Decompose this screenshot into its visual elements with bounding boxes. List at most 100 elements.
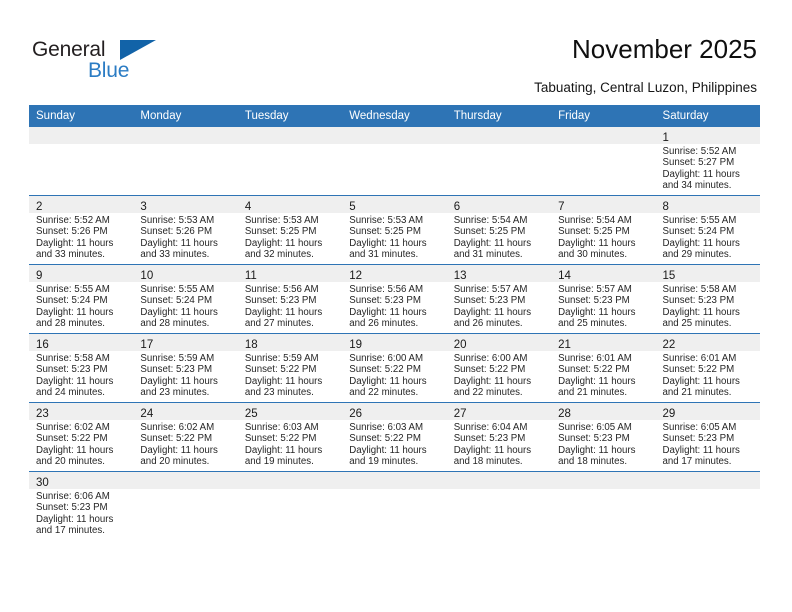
weekday-header-friday: Friday: [551, 105, 656, 127]
calendar-day-cell[interactable]: 7 Sunrise: 5:54 AM Sunset: 5:25 PM Daylight…: [551, 195, 656, 265]
brand-logo[interactable]: General Blue: [32, 38, 182, 90]
calendar-day-cell[interactable]: 23 Sunrise: 6:02 AM Sunset: 5:22 PM Dayligh…: [29, 402, 134, 472]
day-number-band: [446, 472, 552, 489]
day-number-band: 1: [655, 127, 760, 144]
calendar-day-cell[interactable]: 24 Sunrise: 6:02 AM Sunset: 5:22 PM Dayligh…: [133, 402, 238, 472]
daylight-text-line2: and 17 minutes.: [662, 456, 732, 468]
day-cell-inner: 10 Sunrise: 5:55 AM Sunset: 5:24 PM Dayligh…: [133, 265, 238, 333]
calendar-day-cell[interactable]: 22 Sunrise: 6:01 AM Sunset: 5:22 PM Dayligh…: [655, 333, 760, 403]
sunset-text: Sunset: 5:24 PM: [662, 226, 735, 238]
day-number: 16: [36, 339, 49, 351]
calendar-day-cell[interactable]: 27 Sunrise: 6:04 AM Sunset: 5:23 PM Dayligh…: [446, 402, 552, 472]
day-details: Sunrise: 6:00 AM Sunset: 5:22 PM Daylight:…: [447, 351, 551, 399]
day-number-band: 19: [342, 334, 447, 351]
day-details: Sunrise: 6:02 AM Sunset: 5:22 PM Daylight:…: [29, 420, 133, 468]
calendar-day-cell[interactable]: 14 Sunrise: 5:57 AM Sunset: 5:23 PM Dayligh…: [551, 264, 656, 334]
calendar-day-cell[interactable]: 20 Sunrise: 6:00 AM Sunset: 5:22 PM Dayligh…: [446, 333, 552, 403]
sunset-text: Sunset: 5:23 PM: [453, 433, 526, 445]
sunset-text: Sunset: 5:23 PM: [662, 433, 735, 445]
daylight-text-line1: Daylight: 11 hours: [349, 444, 427, 456]
day-number-band: 18: [237, 334, 343, 351]
calendar-day-cell[interactable]: 30 Sunrise: 6:06 AM Sunset: 5:23 PM Dayligh…: [29, 471, 134, 540]
sunrise-text: Sunrise: 6:00 AM: [453, 353, 528, 364]
calendar-day-cell[interactable]: 13 Sunrise: 5:57 AM Sunset: 5:23 PM Dayligh…: [446, 264, 552, 334]
day-details: Sunrise: 5:54 AM Sunset: 5:25 PM Daylight:…: [551, 213, 655, 261]
calendar-cell-empty: [342, 471, 447, 540]
day-cell-inner: [446, 127, 552, 195]
daylight-text-line1: Daylight: 11 hours: [140, 306, 218, 318]
sunrise-text: Sunrise: 6:02 AM: [140, 422, 215, 433]
day-number: 15: [662, 270, 676, 282]
day-number: 25: [244, 408, 258, 420]
day-details: Sunrise: 5:53 AM Sunset: 5:25 PM Daylight:…: [342, 213, 446, 261]
sunset-text: Sunset: 5:22 PM: [349, 364, 421, 376]
day-details: Sunrise: 5:56 AM Sunset: 5:23 PM Daylight:…: [238, 282, 342, 330]
calendar-cell-empty: [133, 471, 238, 540]
day-details: Sunrise: 5:52 AM Sunset: 5:27 PM Daylight:…: [656, 144, 760, 192]
calendar-day-cell[interactable]: 12 Sunrise: 5:56 AM Sunset: 5:23 PM Dayligh…: [342, 264, 447, 334]
daylight-text-line1: Daylight: 11 hours: [349, 306, 427, 318]
calendar-day-cell[interactable]: 29 Sunrise: 6:05 AM Sunset: 5:23 PM Dayligh…: [655, 402, 760, 472]
day-cell-inner: 29 Sunrise: 6:05 AM Sunset: 5:23 PM Dayligh…: [655, 403, 760, 471]
calendar-day-cell[interactable]: 4 Sunrise: 5:53 AM Sunset: 5:25 PM Daylight…: [237, 195, 343, 265]
sunset-text: Sunset: 5:22 PM: [36, 433, 108, 445]
day-number-band: 8: [655, 196, 760, 213]
daylight-text-line2: and 22 minutes.: [453, 387, 523, 399]
day-cell-inner: 28 Sunrise: 6:05 AM Sunset: 5:23 PM Dayligh…: [551, 403, 656, 471]
day-cell-inner: [133, 472, 238, 540]
calendar-day-cell[interactable]: 1 Sunrise: 5:52 AM Sunset: 5:27 PM Daylight…: [655, 127, 760, 196]
calendar-day-cell[interactable]: 19 Sunrise: 6:00 AM Sunset: 5:22 PM Dayligh…: [342, 333, 447, 403]
day-number: 2: [36, 201, 43, 213]
calendar-day-cell[interactable]: 17 Sunrise: 5:59 AM Sunset: 5:23 PM Dayligh…: [133, 333, 238, 403]
sunrise-text: Sunrise: 5:59 AM: [244, 353, 319, 364]
calendar-day-cell[interactable]: 15 Sunrise: 5:58 AM Sunset: 5:23 PM Dayligh…: [655, 264, 760, 334]
sunset-text: Sunset: 5:22 PM: [244, 433, 317, 445]
day-number-band: [133, 127, 238, 144]
calendar-week-row: 9 Sunrise: 5:55 AM Sunset: 5:24 PM Daylight…: [29, 264, 760, 334]
day-cell-inner: [655, 472, 760, 540]
calendar-day-cell[interactable]: 21 Sunrise: 6:01 AM Sunset: 5:22 PM Dayligh…: [551, 333, 656, 403]
calendar-day-cell[interactable]: 26 Sunrise: 6:03 AM Sunset: 5:22 PM Dayligh…: [342, 402, 447, 472]
daylight-text-line1: Daylight: 11 hours: [140, 444, 218, 456]
day-number-band: 15: [655, 265, 760, 282]
calendar-day-cell[interactable]: 11 Sunrise: 5:56 AM Sunset: 5:23 PM Dayligh…: [237, 264, 343, 334]
day-number-band: 11: [237, 265, 343, 282]
calendar-day-cell[interactable]: 9 Sunrise: 5:55 AM Sunset: 5:24 PM Daylight…: [29, 264, 134, 334]
day-number-band: 30: [29, 472, 134, 489]
day-cell-inner: 2 Sunrise: 5:52 AM Sunset: 5:26 PM Daylight…: [29, 196, 134, 264]
day-details: Sunrise: 6:06 AM Sunset: 5:23 PM Daylight:…: [29, 489, 133, 537]
day-details: Sunrise: 6:02 AM Sunset: 5:22 PM Daylight:…: [133, 420, 237, 468]
day-number-band: 12: [342, 265, 447, 282]
daylight-text-line2: and 21 minutes.: [558, 387, 628, 399]
calendar-day-cell[interactable]: 25 Sunrise: 6:03 AM Sunset: 5:22 PM Dayligh…: [237, 402, 343, 472]
daylight-text-line1: Daylight: 11 hours: [662, 375, 740, 387]
sunset-text: Sunset: 5:22 PM: [558, 364, 630, 376]
day-cell-inner: 20 Sunrise: 6:00 AM Sunset: 5:22 PM Dayligh…: [446, 334, 552, 402]
day-number: 8: [662, 201, 669, 213]
daylight-text-line2: and 30 minutes.: [558, 249, 628, 261]
calendar-day-cell[interactable]: 16 Sunrise: 5:58 AM Sunset: 5:23 PM Dayligh…: [29, 333, 134, 403]
daylight-text-line2: and 23 minutes.: [140, 387, 210, 399]
calendar-day-cell[interactable]: 2 Sunrise: 5:52 AM Sunset: 5:26 PM Daylight…: [29, 195, 134, 265]
day-number-band: 14: [551, 265, 656, 282]
day-number-band: 4: [237, 196, 343, 213]
sunset-text: Sunset: 5:23 PM: [36, 502, 108, 514]
day-number: 30: [36, 477, 49, 489]
day-number-band: 6: [446, 196, 552, 213]
day-number-band: 7: [551, 196, 656, 213]
daylight-text-line1: Daylight: 11 hours: [244, 237, 323, 249]
daylight-text-line2: and 28 minutes.: [36, 318, 105, 330]
calendar-day-cell[interactable]: 6 Sunrise: 5:54 AM Sunset: 5:25 PM Daylight…: [446, 195, 552, 265]
calendar-day-cell[interactable]: 18 Sunrise: 5:59 AM Sunset: 5:22 PM Dayligh…: [237, 333, 343, 403]
calendar-cell-empty: [133, 127, 238, 196]
day-cell-inner: 3 Sunrise: 5:53 AM Sunset: 5:26 PM Daylight…: [133, 196, 238, 264]
daylight-text-line1: Daylight: 11 hours: [244, 375, 323, 387]
calendar-day-cell[interactable]: 8 Sunrise: 5:55 AM Sunset: 5:24 PM Daylight…: [655, 195, 760, 265]
calendar-day-cell[interactable]: 5 Sunrise: 5:53 AM Sunset: 5:25 PM Daylight…: [342, 195, 447, 265]
calendar-day-cell[interactable]: 3 Sunrise: 5:53 AM Sunset: 5:26 PM Daylight…: [133, 195, 238, 265]
day-number-band: 10: [133, 265, 238, 282]
daylight-text-line1: Daylight: 11 hours: [36, 375, 114, 387]
calendar-day-cell[interactable]: 10 Sunrise: 5:55 AM Sunset: 5:24 PM Dayligh…: [133, 264, 238, 334]
sunrise-text: Sunrise: 5:58 AM: [36, 353, 110, 364]
calendar-day-cell[interactable]: 28 Sunrise: 6:05 AM Sunset: 5:23 PM Dayligh…: [551, 402, 656, 472]
